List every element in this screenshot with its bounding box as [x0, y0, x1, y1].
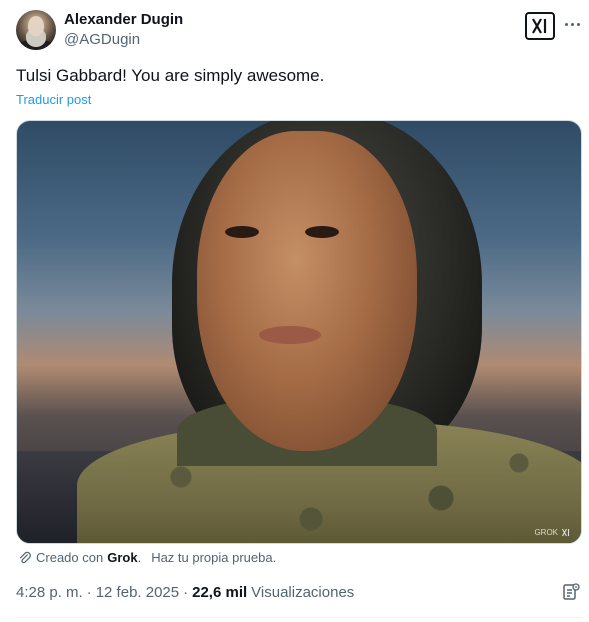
post-analytics-glyph [563, 583, 580, 600]
more-dot [576, 22, 580, 26]
meta-separator: · [86, 584, 92, 601]
image-watermark: GROK [534, 528, 571, 537]
tweet-metadata: 4:28 p. m. · 12 feb. 2025 · 22,6 mil Vis… [16, 584, 354, 601]
author-name[interactable]: Alexander Dugin [64, 11, 183, 28]
divider [16, 617, 582, 618]
grok-note-brand[interactable]: Grok. [107, 550, 141, 565]
grok-try-link[interactable]: Haz tu propia prueba. [151, 550, 276, 565]
grok-logo-icon[interactable] [525, 12, 555, 40]
meta-separator: · [183, 584, 189, 601]
grok-creation-note: Creado con Grok. Haz tu propia prueba. [18, 550, 276, 565]
views-label[interactable]: Visualizaciones [251, 584, 354, 601]
translate-post-link[interactable]: Traducir post [16, 92, 91, 107]
tweet-text: Tulsi Gabbard! You are simply awesome. [16, 66, 325, 85]
post-analytics-icon[interactable] [561, 582, 581, 602]
grok-note-prefix: Creado con [36, 550, 104, 565]
post-time[interactable]: 4:28 p. m. [16, 584, 83, 601]
grok-brand-punct: . [137, 550, 142, 565]
watermark-grok-icon [562, 528, 570, 537]
tweet-image[interactable]: GROK [16, 120, 582, 544]
grok-brand-text[interactable]: Grok [107, 550, 137, 565]
more-options-button[interactable] [561, 13, 583, 35]
author-handle[interactable]: @AGDugin [64, 31, 140, 48]
more-dot [570, 22, 574, 26]
image-right-eye [305, 226, 339, 238]
image-left-eye [225, 226, 259, 238]
views-count[interactable]: 22,6 mil [192, 584, 247, 601]
more-dot [564, 22, 568, 26]
post-date[interactable]: 12 feb. 2025 [96, 584, 179, 601]
grok-logo-glyph [532, 18, 547, 34]
tweet-header: Alexander Dugin @AGDugin [16, 10, 581, 52]
paperclip-icon [19, 551, 31, 563]
watermark-text: GROK [534, 528, 558, 537]
image-lips [259, 326, 321, 344]
avatar-face [28, 16, 44, 36]
image-face [197, 131, 417, 451]
avatar[interactable] [16, 10, 56, 50]
